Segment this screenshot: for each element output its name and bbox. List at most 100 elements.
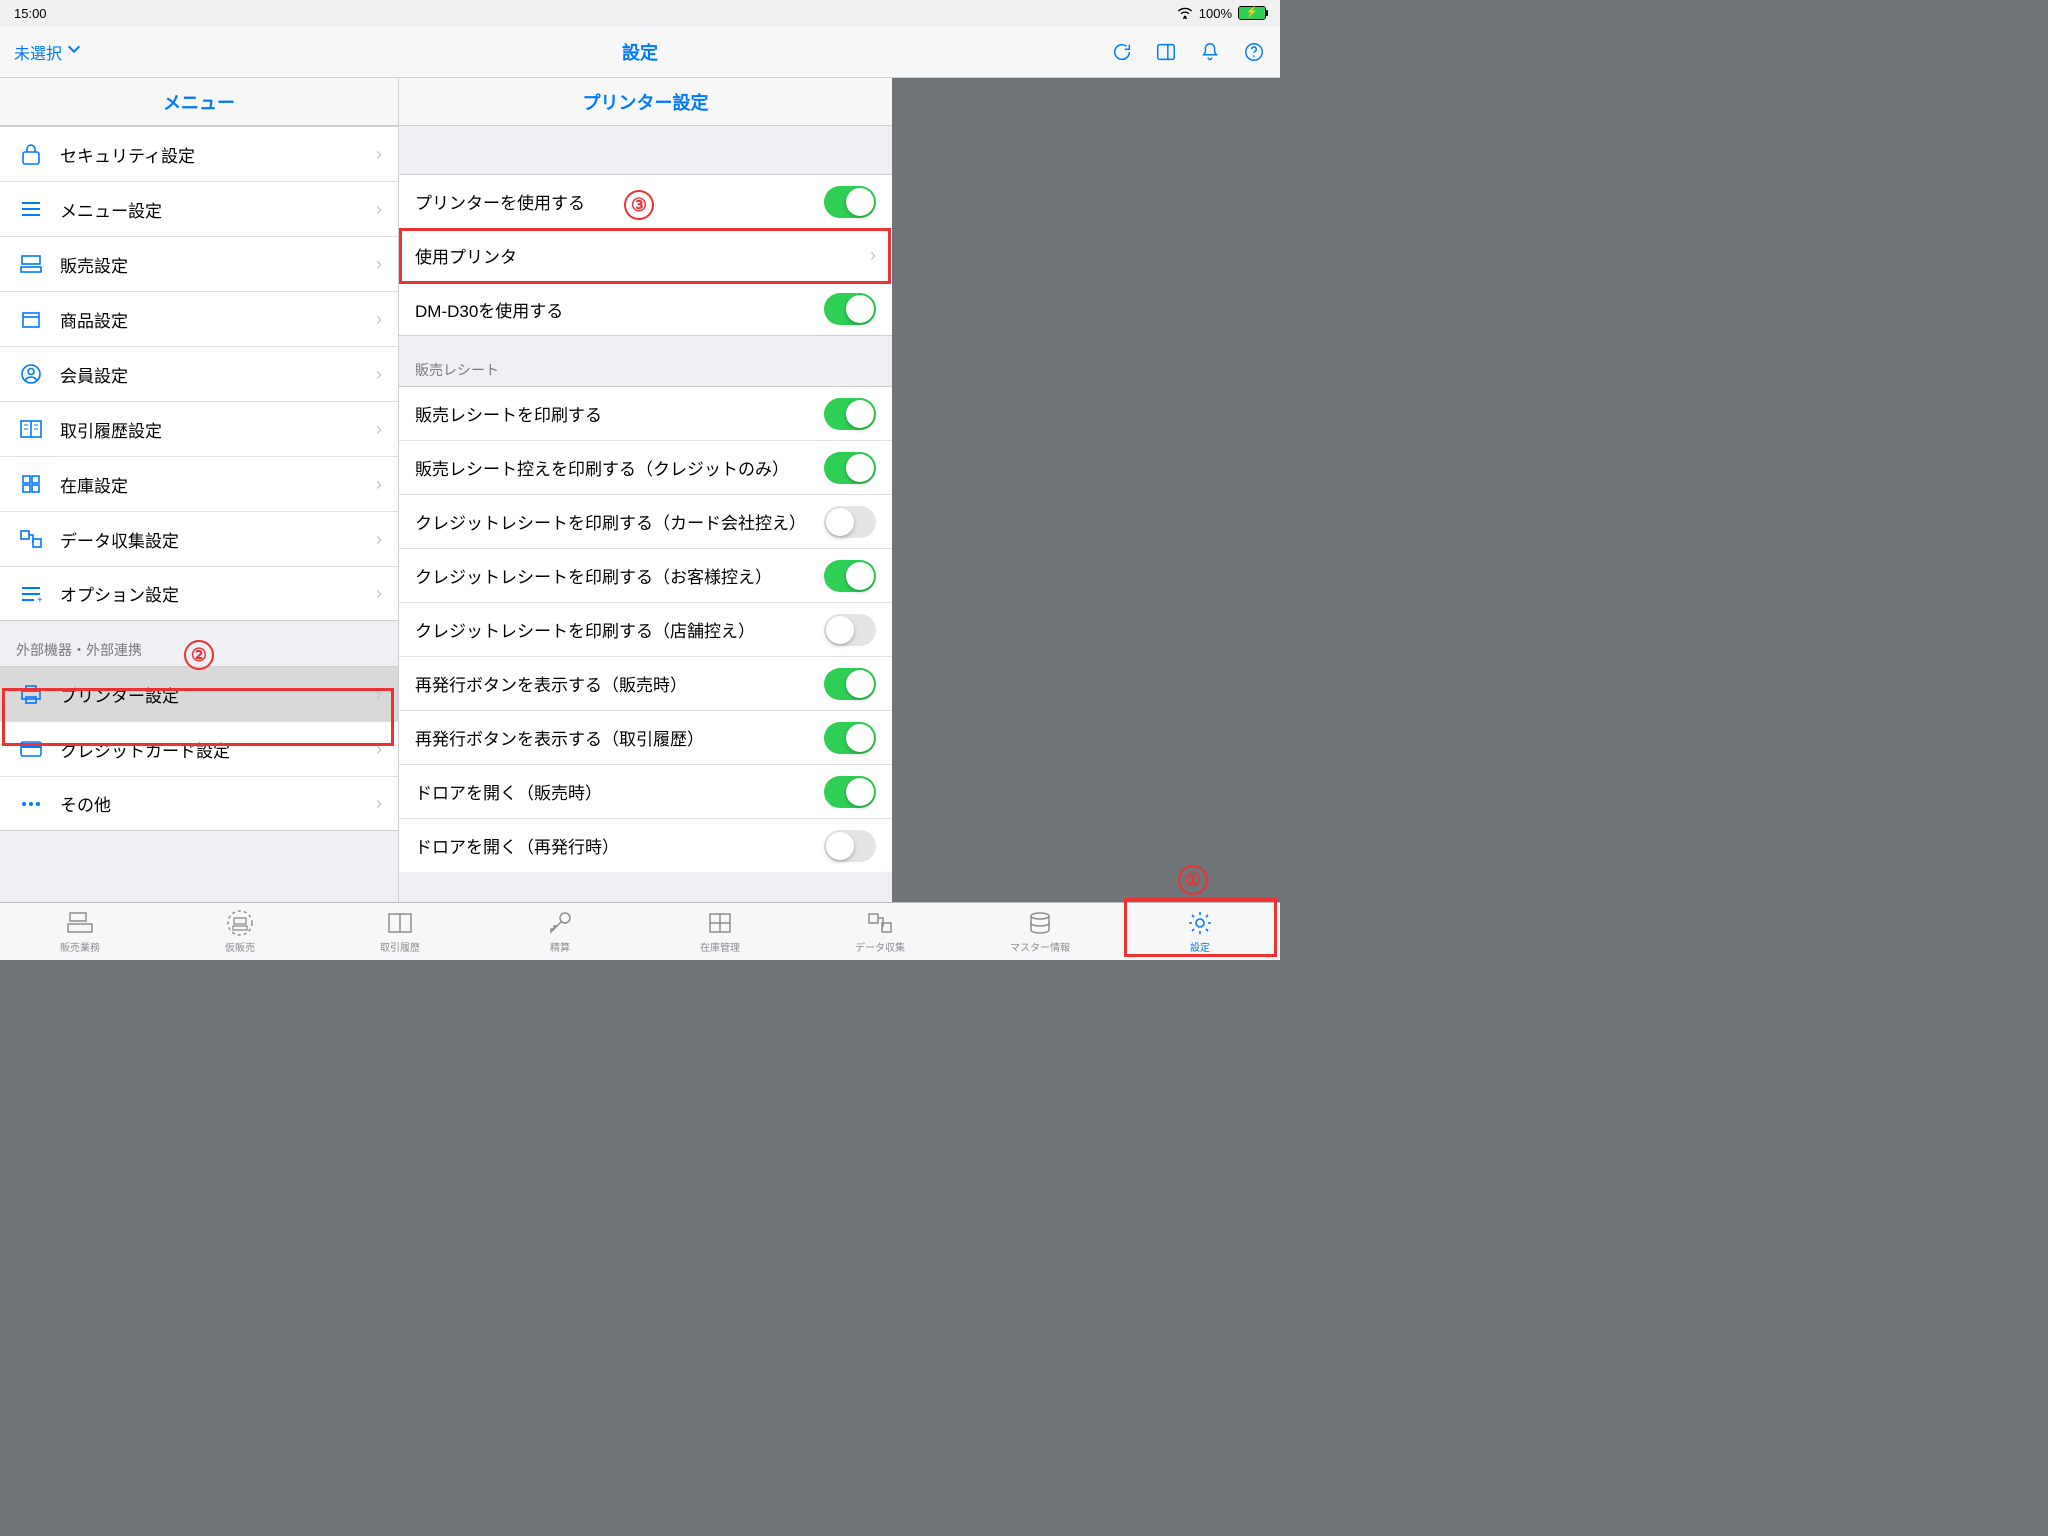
toggle-dmd30[interactable] xyxy=(824,293,876,325)
setting-label: 使用プリンタ xyxy=(415,243,870,268)
menu-lines-icon xyxy=(16,199,46,219)
sidebar-item-sales[interactable]: 販売設定 › xyxy=(0,236,398,291)
sidebar-item-label: メニュー設定 xyxy=(60,197,376,222)
database-icon xyxy=(1026,909,1054,937)
nav-left-label: 未選択 xyxy=(14,40,62,64)
tab-label: 仮販売 xyxy=(225,939,255,954)
sidebar-item-option[interactable]: + オプション設定 › xyxy=(0,566,398,621)
setting-row: 再発行ボタンを表示する（販売時） xyxy=(399,656,892,710)
sidebar-item-data-collect[interactable]: データ収集設定 › xyxy=(0,511,398,566)
data-icon xyxy=(866,909,894,937)
setting-row: ドロアを開く（再発行時） xyxy=(399,818,892,872)
setting-label: ドロアを開く（再発行時） xyxy=(415,833,824,858)
help-icon[interactable] xyxy=(1242,40,1266,64)
refresh-icon[interactable] xyxy=(1110,40,1134,64)
sidebar-item-label: クレジットカード設定 xyxy=(60,737,376,762)
chevron-right-icon: › xyxy=(376,254,382,275)
toggle[interactable] xyxy=(824,398,876,430)
chevron-right-icon: › xyxy=(376,583,382,604)
chevron-right-icon: › xyxy=(376,419,382,440)
setting-label: プリンターを使用する xyxy=(415,189,824,214)
data-icon xyxy=(16,528,46,550)
tab-label: 精算 xyxy=(550,939,570,954)
setting-label: クレジットレシートを印刷する（カード会社控え） xyxy=(415,509,824,534)
toggle-printer-use[interactable] xyxy=(824,186,876,218)
setting-row: 再発行ボタンを表示する（取引履歴） xyxy=(399,710,892,764)
toggle[interactable] xyxy=(824,776,876,808)
setting-label: 販売レシートを印刷する xyxy=(415,401,824,426)
sidebar-item-credit[interactable]: クレジットカード設定 › xyxy=(0,721,398,776)
tab-label: マスター情報 xyxy=(1010,939,1070,954)
setting-row: 販売レシートを印刷する xyxy=(399,386,892,440)
setting-label: DM-D30を使用する xyxy=(415,297,824,322)
gear-icon xyxy=(1186,909,1214,937)
lock-icon xyxy=(16,142,46,166)
tab-sales[interactable]: 販売業務 xyxy=(0,903,160,960)
sidebar-item-menu[interactable]: メニュー設定 › xyxy=(0,181,398,236)
setting-used-printer[interactable]: 使用プリンタ › xyxy=(399,228,892,282)
toggle[interactable] xyxy=(824,668,876,700)
printer-icon xyxy=(16,683,46,705)
wifi-icon xyxy=(1177,7,1193,19)
setting-label: 再発行ボタンを表示する（販売時） xyxy=(415,671,824,696)
sidebar-item-security[interactable]: セキュリティ設定 › xyxy=(0,126,398,181)
chevron-right-icon: › xyxy=(376,793,382,814)
sidebar-item-other[interactable]: その他 › xyxy=(0,776,398,831)
tab-history[interactable]: 取引履歴 xyxy=(320,903,480,960)
nav-left-selector[interactable]: 未選択 xyxy=(14,40,82,64)
setting-dmd30: DM-D30を使用する xyxy=(399,282,892,336)
sidebar-item-label: 会員設定 xyxy=(60,362,376,387)
tab-provisional[interactable]: 仮販売 xyxy=(160,903,320,960)
chevron-right-icon: › xyxy=(376,144,382,165)
sidebar-item-printer[interactable]: プリンター設定 › xyxy=(0,666,398,721)
sidebar-item-product[interactable]: 商品設定 › xyxy=(0,291,398,346)
sidebar-item-label: 取引履歴設定 xyxy=(60,417,376,442)
split-view-icon[interactable] xyxy=(1154,40,1178,64)
tab-settings[interactable]: 設定 xyxy=(1120,903,1280,960)
toggle[interactable] xyxy=(824,560,876,592)
toggle[interactable] xyxy=(824,722,876,754)
chevron-right-icon: › xyxy=(376,199,382,220)
sidebar-item-history[interactable]: 取引履歴設定 › xyxy=(0,401,398,456)
right-empty-pane xyxy=(892,78,1280,902)
chevron-right-icon: › xyxy=(376,739,382,760)
box-icon xyxy=(16,308,46,330)
setting-label: 販売レシート控えを印刷する（クレジットのみ） xyxy=(415,455,824,480)
bell-icon[interactable] xyxy=(1198,40,1222,64)
list-plus-icon: + xyxy=(16,584,46,604)
tab-master[interactable]: マスター情報 xyxy=(960,903,1120,960)
setting-row: クレジットレシートを印刷する（お客様控え） xyxy=(399,548,892,602)
sidebar-item-label: データ収集設定 xyxy=(60,527,376,552)
tab-data-collect[interactable]: データ収集 xyxy=(800,903,960,960)
sidebar-item-label: その他 xyxy=(60,791,376,816)
chevron-right-icon: › xyxy=(376,529,382,550)
status-bar: 15:00 100% ⚡ xyxy=(0,0,1280,26)
toggle[interactable] xyxy=(824,830,876,862)
sidebar-item-label: 販売設定 xyxy=(60,252,376,277)
toggle[interactable] xyxy=(824,614,876,646)
callout-1: ① xyxy=(1178,865,1208,895)
tab-label: 取引履歴 xyxy=(380,939,420,954)
book-icon xyxy=(16,419,46,439)
key-icon xyxy=(546,909,574,937)
setting-label: クレジットレシートを印刷する（お客様控え） xyxy=(415,563,824,588)
sidebar-item-stock[interactable]: 在庫設定 › xyxy=(0,456,398,511)
chevron-right-icon: › xyxy=(376,474,382,495)
setting-label: 再発行ボタンを表示する（取引履歴） xyxy=(415,725,824,750)
sidebar-item-label: セキュリティ設定 xyxy=(60,142,376,167)
toggle[interactable] xyxy=(824,452,876,484)
tab-settlement[interactable]: 精算 xyxy=(480,903,640,960)
group-title-receipt: 販売レシート xyxy=(399,336,892,386)
status-time: 15:00 xyxy=(14,6,1177,21)
book-icon xyxy=(386,909,414,937)
toggle[interactable] xyxy=(824,506,876,538)
sidebar-item-member[interactable]: 会員設定 › xyxy=(0,346,398,401)
tab-stock[interactable]: 在庫管理 xyxy=(640,903,800,960)
chevron-right-icon: › xyxy=(376,309,382,330)
chevron-down-icon xyxy=(66,41,82,62)
setting-label: クレジットレシートを印刷する（店舗控え） xyxy=(415,617,824,642)
main-header: プリンター設定 xyxy=(399,78,892,126)
register-icon xyxy=(66,909,94,937)
card-icon xyxy=(16,740,46,758)
dashed-register-icon xyxy=(226,909,254,937)
